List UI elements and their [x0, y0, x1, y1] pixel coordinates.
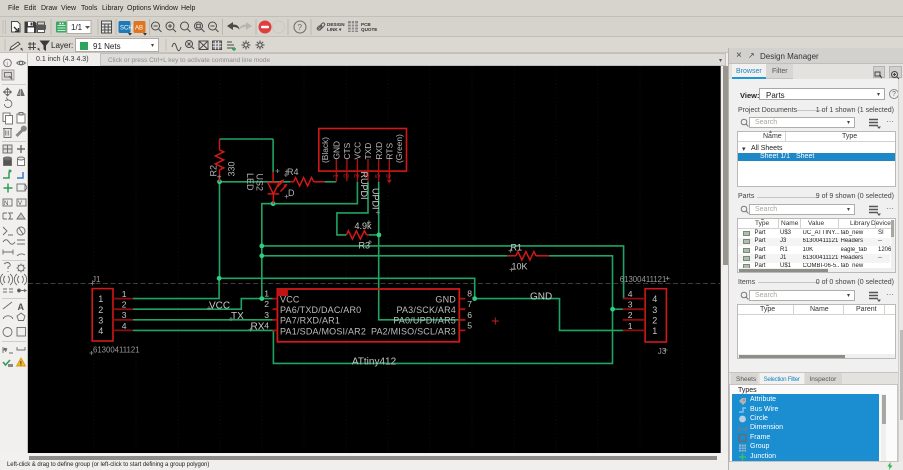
svg-text:2: 2 — [628, 310, 633, 320]
svg-text:?: ? — [298, 23, 303, 32]
svg-text:GND: GND — [530, 292, 552, 303]
svg-text:1: 1 — [264, 289, 269, 299]
svg-text:(Green): (Green) — [394, 134, 404, 163]
svg-text:1: 1 — [331, 174, 340, 178]
svg-text:1/1: 1/1 — [71, 23, 83, 32]
svg-text:RX: RX — [251, 322, 265, 333]
svg-text:PA6/TXD/DAC/AR0: PA6/TXD/DAC/AR0 — [280, 305, 361, 315]
svg-text:61300411121: 61300411121 — [93, 346, 140, 355]
svg-text:LED: LED — [245, 173, 255, 191]
svg-text:2: 2 — [652, 315, 657, 325]
svg-text:N: N — [4, 201, 8, 207]
svg-text:4: 4 — [122, 321, 127, 331]
svg-text:PA3/SCK/AR4: PA3/SCK/AR4 — [396, 305, 456, 315]
svg-text:PA2/MISO/SCL/AR3: PA2/MISO/SCL/AR3 — [371, 326, 456, 336]
svg-text:PA7/RXD/AR1: PA7/RXD/AR1 — [280, 316, 340, 326]
svg-text:ATtiny412: ATtiny412 — [352, 356, 397, 367]
svg-text:!: ! — [20, 362, 22, 368]
svg-text:LINK ▾: LINK ▾ — [327, 27, 342, 32]
svg-text:VCC: VCC — [209, 300, 230, 311]
svg-text:2: 2 — [122, 300, 127, 310]
svg-text:5: 5 — [467, 320, 472, 330]
svg-text:V: V — [18, 201, 22, 207]
svg-text:3: 3 — [264, 310, 269, 320]
svg-text:4: 4 — [652, 294, 657, 304]
svg-text:VCC: VCC — [280, 295, 300, 305]
svg-text:3: 3 — [652, 305, 657, 315]
svg-text:R2: R2 — [209, 165, 219, 177]
svg-text:D: D — [288, 188, 295, 198]
svg-text:TX: TX — [231, 311, 244, 322]
svg-text:330: 330 — [226, 161, 236, 176]
svg-text:4: 4 — [264, 320, 269, 330]
svg-text:2: 2 — [341, 174, 350, 178]
svg-text:1: 1 — [652, 326, 657, 336]
svg-text:RUPDI: RUPDI — [359, 172, 369, 200]
svg-text:1: 1 — [628, 321, 633, 331]
svg-text:GND: GND — [331, 141, 341, 160]
svg-text:PA0/UPDI/AR5: PA0/UPDI/AR5 — [393, 316, 456, 326]
svg-text:6: 6 — [384, 174, 393, 178]
svg-text:6: 6 — [467, 310, 472, 320]
svg-text:3: 3 — [628, 300, 633, 310]
svg-text:UPDI: UPDI — [370, 188, 380, 210]
svg-text:A: A — [18, 302, 25, 312]
svg-text:4: 4 — [98, 326, 103, 336]
svg-text:2: 2 — [98, 305, 103, 315]
svg-text:RXD: RXD — [374, 142, 384, 160]
svg-text:RTS: RTS — [384, 142, 394, 159]
svg-text:61300411121: 61300411121 — [620, 275, 667, 284]
svg-text:J1: J1 — [92, 275, 101, 284]
svg-text:10K: 10K — [512, 262, 528, 272]
svg-text:8: 8 — [467, 289, 472, 299]
svg-text:PA1/SDA/MOSI/AR2: PA1/SDA/MOSI/AR2 — [280, 326, 366, 336]
svg-text:3: 3 — [98, 315, 103, 325]
svg-text:TXD: TXD — [363, 143, 373, 160]
svg-text:5: 5 — [373, 174, 382, 178]
svg-text:VCC: VCC — [353, 142, 363, 160]
svg-text:1: 1 — [98, 294, 103, 304]
svg-text:US2: US2 — [254, 174, 264, 192]
svg-text:CTS: CTS — [342, 142, 352, 159]
svg-text:R1: R1 — [511, 243, 523, 253]
svg-text:7: 7 — [467, 299, 472, 309]
svg-text:(Black): (Black) — [320, 137, 330, 163]
svg-text:R4: R4 — [287, 167, 299, 177]
svg-text:3: 3 — [122, 310, 127, 320]
svg-text:SCH: SCH — [120, 26, 133, 32]
svg-text:AB: AB — [135, 26, 143, 32]
svg-text:4: 4 — [628, 289, 633, 299]
svg-text:2: 2 — [264, 299, 269, 309]
svg-text:1: 1 — [122, 289, 127, 299]
svg-text:QUOTE: QUOTE — [361, 27, 377, 32]
svg-text:GND: GND — [435, 295, 456, 305]
